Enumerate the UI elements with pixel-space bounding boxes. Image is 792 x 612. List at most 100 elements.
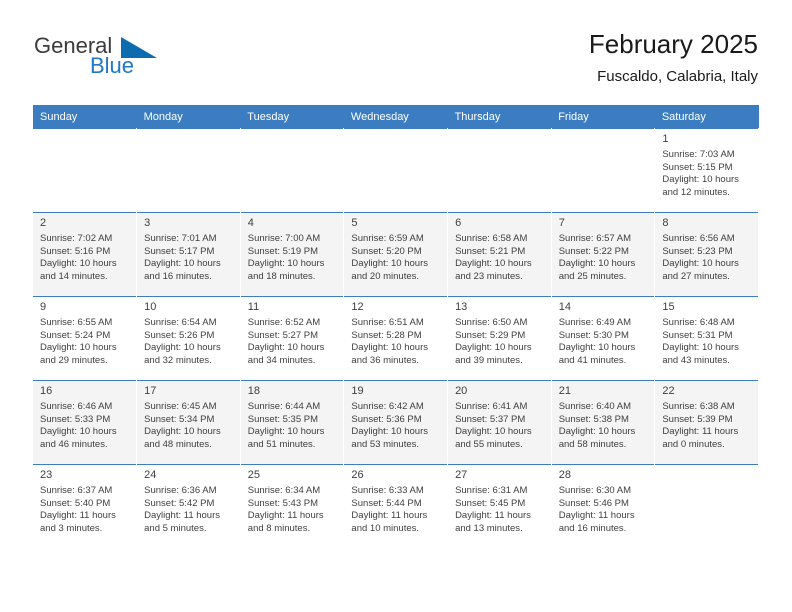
sunrise-text: Sunrise: 6:48 AM bbox=[662, 317, 735, 328]
weekday-header-monday: Monday bbox=[136, 105, 241, 129]
sunset-text: Sunset: 5:43 PM bbox=[247, 497, 319, 509]
calendar-day-cell[interactable]: 10 Sunrise: 6:54 AM Sunset: 5:26 PM Dayligh… bbox=[136, 296, 241, 381]
sunset-text: Sunset: 5:16 PM bbox=[40, 245, 111, 257]
daylight-text-line1: Daylight: 10 hours bbox=[144, 426, 221, 438]
day-cell-content: 11 Sunrise: 6:52 AM Sunset: 5:27 PM Dayligh… bbox=[241, 297, 344, 380]
calendar-day-cell[interactable]: 17 Sunrise: 6:45 AM Sunset: 5:34 PM Dayligh… bbox=[136, 380, 241, 465]
day-number: 13 bbox=[455, 301, 468, 313]
weekday-header-friday: Friday bbox=[551, 105, 655, 129]
calendar-day-cell[interactable]: 21 Sunrise: 6:40 AM Sunset: 5:38 PM Dayligh… bbox=[551, 380, 656, 465]
daylight-text-line2: and 25 minutes. bbox=[558, 270, 627, 282]
logo-text-blue: Blue bbox=[90, 53, 135, 78]
sunrise-text: Sunrise: 6:50 AM bbox=[455, 317, 528, 328]
day-sun-info: Sunrise: 7:02 AM Sunset: 5:16 PM Daylight:… bbox=[33, 232, 136, 283]
weekday-header-wednesday: Wednesday bbox=[343, 105, 448, 129]
calendar-day-cell[interactable]: 24 Sunrise: 6:36 AM Sunset: 5:42 PM Dayligh… bbox=[136, 464, 241, 548]
calendar-day-cell[interactable]: 23 Sunrise: 6:37 AM Sunset: 5:40 PM Dayligh… bbox=[33, 464, 138, 548]
calendar-week-row: 16 Sunrise: 6:46 AM Sunset: 5:33 PM Dayligh… bbox=[33, 380, 759, 465]
calendar-day-cell[interactable]: 14 Sunrise: 6:49 AM Sunset: 5:30 PM Dayligh… bbox=[551, 296, 656, 381]
sunrise-text: Sunrise: 6:46 AM bbox=[40, 401, 113, 412]
day-cell-content bbox=[241, 129, 344, 212]
sunrise-text: Sunrise: 6:54 AM bbox=[144, 317, 217, 328]
day-number: 3 bbox=[144, 217, 151, 229]
sunset-text: Sunset: 5:29 PM bbox=[455, 329, 526, 341]
calendar-day-cell[interactable]: 3 Sunrise: 7:01 AM Sunset: 5:17 PM Daylight… bbox=[136, 212, 241, 297]
calendar-day-cell[interactable]: 5 Sunrise: 6:59 AM Sunset: 5:20 PM Daylight… bbox=[343, 212, 449, 297]
sunset-text: Sunset: 5:40 PM bbox=[40, 497, 111, 509]
day-cell-content: 3 Sunrise: 7:01 AM Sunset: 5:17 PM Daylight… bbox=[137, 213, 240, 296]
calendar-day-cell[interactable]: 28 Sunrise: 6:30 AM Sunset: 5:46 PM Dayligh… bbox=[551, 464, 656, 548]
daylight-text-line2: and 16 minutes. bbox=[558, 522, 627, 534]
day-sun-info: Sunrise: 6:44 AM Sunset: 5:35 PM Daylight:… bbox=[241, 400, 344, 451]
calendar-day-cell[interactable]: 18 Sunrise: 6:44 AM Sunset: 5:35 PM Dayligh… bbox=[240, 380, 345, 465]
day-sun-info: Sunrise: 6:34 AM Sunset: 5:43 PM Daylight:… bbox=[241, 484, 344, 535]
day-cell-content: 16 Sunrise: 6:46 AM Sunset: 5:33 PM Dayligh… bbox=[33, 381, 136, 464]
day-number: 18 bbox=[247, 385, 261, 397]
calendar-day-cell[interactable]: 6 Sunrise: 6:58 AM Sunset: 5:21 PM Daylight… bbox=[447, 212, 552, 297]
calendar-day-cell[interactable]: 2 Sunrise: 7:02 AM Sunset: 5:16 PM Daylight… bbox=[33, 212, 138, 297]
calendar-day-cell[interactable]: 25 Sunrise: 6:34 AM Sunset: 5:43 PM Dayligh… bbox=[240, 464, 345, 548]
calendar-day-cell[interactable]: 7 Sunrise: 6:57 AM Sunset: 5:22 PM Daylight… bbox=[551, 212, 656, 297]
daylight-text-line1: Daylight: 11 hours bbox=[351, 510, 428, 522]
calendar-day-cell[interactable]: 1 Sunrise: 7:03 AM Sunset: 5:15 PM Daylight… bbox=[654, 128, 759, 213]
sunrise-text: Sunrise: 7:02 AM bbox=[40, 233, 113, 244]
day-sun-info: Sunrise: 6:33 AM Sunset: 5:44 PM Daylight:… bbox=[344, 484, 447, 535]
day-cell-content: 23 Sunrise: 6:37 AM Sunset: 5:40 PM Dayligh… bbox=[33, 465, 136, 548]
daylight-text-line2: and 8 minutes. bbox=[247, 522, 311, 534]
day-sun-info: Sunrise: 6:41 AM Sunset: 5:37 PM Daylight:… bbox=[448, 400, 551, 451]
sunset-text: Sunset: 5:23 PM bbox=[662, 245, 733, 257]
sunrise-text: Sunrise: 6:41 AM bbox=[455, 401, 528, 412]
day-number: 1 bbox=[662, 133, 669, 145]
sunset-text: Sunset: 5:17 PM bbox=[144, 245, 215, 257]
sunrise-text: Sunrise: 6:52 AM bbox=[247, 317, 321, 328]
daylight-text-line2: and 10 minutes. bbox=[351, 522, 420, 534]
day-cell-content: 14 Sunrise: 6:49 AM Sunset: 5:30 PM Dayligh… bbox=[552, 297, 655, 380]
sunrise-text: Sunrise: 6:30 AM bbox=[558, 485, 632, 496]
daylight-text-line1: Daylight: 10 hours bbox=[40, 426, 117, 438]
day-sun-info: Sunrise: 6:36 AM Sunset: 5:42 PM Daylight:… bbox=[137, 484, 240, 535]
calendar-day-cell[interactable]: 11 Sunrise: 6:52 AM Sunset: 5:27 PM Dayligh… bbox=[240, 296, 345, 381]
day-cell-content: 18 Sunrise: 6:44 AM Sunset: 5:35 PM Dayligh… bbox=[241, 381, 344, 464]
weekday-header-tuesday: Tuesday bbox=[240, 105, 344, 129]
daylight-text-line1: Daylight: 11 hours bbox=[455, 510, 531, 522]
calendar-day-cell[interactable]: 13 Sunrise: 6:50 AM Sunset: 5:29 PM Dayligh… bbox=[447, 296, 552, 381]
calendar-day-cell[interactable]: 22 Sunrise: 6:38 AM Sunset: 5:39 PM Dayligh… bbox=[654, 380, 759, 465]
day-sun-info: Sunrise: 7:01 AM Sunset: 5:17 PM Daylight:… bbox=[137, 232, 240, 283]
calendar-day-cell[interactable]: 12 Sunrise: 6:51 AM Sunset: 5:28 PM Dayligh… bbox=[343, 296, 449, 381]
daylight-text-line1: Daylight: 10 hours bbox=[247, 426, 325, 438]
sunset-text: Sunset: 5:33 PM bbox=[40, 413, 111, 425]
calendar-day-cell[interactable]: 9 Sunrise: 6:55 AM Sunset: 5:24 PM Daylight… bbox=[33, 296, 138, 381]
day-number: 27 bbox=[455, 469, 468, 481]
calendar-day-cell[interactable]: 4 Sunrise: 7:00 AM Sunset: 5:19 PM Daylight… bbox=[240, 212, 345, 297]
calendar-day-cell[interactable]: 27 Sunrise: 6:31 AM Sunset: 5:45 PM Dayligh… bbox=[447, 464, 552, 548]
daylight-text-line1: Daylight: 10 hours bbox=[558, 342, 636, 354]
calendar-day-cell[interactable]: 15 Sunrise: 6:48 AM Sunset: 5:31 PM Dayligh… bbox=[654, 296, 759, 381]
daylight-text-line2: and 48 minutes. bbox=[144, 438, 212, 450]
day-cell-content: 9 Sunrise: 6:55 AM Sunset: 5:24 PM Daylight… bbox=[33, 297, 136, 380]
day-sun-info: Sunrise: 6:58 AM Sunset: 5:21 PM Daylight:… bbox=[448, 232, 551, 283]
daylight-text-line2: and 34 minutes. bbox=[247, 354, 316, 366]
calendar-day-cell-empty bbox=[33, 128, 138, 213]
day-sun-info: Sunrise: 6:55 AM Sunset: 5:24 PM Daylight:… bbox=[33, 316, 136, 367]
day-cell-content bbox=[344, 129, 447, 212]
daylight-text-line2: and 29 minutes. bbox=[40, 354, 108, 366]
logo-triangle-icon bbox=[121, 37, 157, 58]
day-sun-info: Sunrise: 6:46 AM Sunset: 5:33 PM Daylight:… bbox=[33, 400, 136, 451]
calendar-week-row: 1 Sunrise: 7:03 AM Sunset: 5:15 PM Daylight… bbox=[33, 128, 759, 213]
generalblue-logo[interactable]: General Blue bbox=[34, 34, 214, 86]
day-number: 23 bbox=[40, 469, 53, 481]
day-cell-content: 28 Sunrise: 6:30 AM Sunset: 5:46 PM Dayligh… bbox=[552, 465, 655, 548]
day-sun-info: Sunrise: 6:57 AM Sunset: 5:22 PM Daylight:… bbox=[552, 232, 655, 283]
sunset-text: Sunset: 5:27 PM bbox=[247, 329, 319, 341]
calendar-day-cell[interactable]: 20 Sunrise: 6:41 AM Sunset: 5:37 PM Dayligh… bbox=[447, 380, 552, 465]
daylight-text-line2: and 58 minutes. bbox=[558, 438, 627, 450]
calendar-day-cell[interactable]: 16 Sunrise: 6:46 AM Sunset: 5:33 PM Dayligh… bbox=[33, 380, 138, 465]
calendar-day-cell[interactable]: 19 Sunrise: 6:42 AM Sunset: 5:36 PM Dayligh… bbox=[343, 380, 449, 465]
calendar-day-cell[interactable]: 26 Sunrise: 6:33 AM Sunset: 5:44 PM Dayligh… bbox=[343, 464, 449, 548]
calendar-week-row: 23 Sunrise: 6:37 AM Sunset: 5:40 PM Dayligh… bbox=[33, 464, 759, 548]
daylight-text-line2: and 0 minutes. bbox=[662, 438, 725, 450]
day-sun-info: Sunrise: 6:59 AM Sunset: 5:20 PM Daylight:… bbox=[344, 232, 447, 283]
sunset-text: Sunset: 5:46 PM bbox=[558, 497, 629, 509]
calendar-day-cell[interactable]: 8 Sunrise: 6:56 AM Sunset: 5:23 PM Daylight… bbox=[654, 212, 759, 297]
day-sun-info: Sunrise: 6:49 AM Sunset: 5:30 PM Daylight:… bbox=[552, 316, 655, 367]
